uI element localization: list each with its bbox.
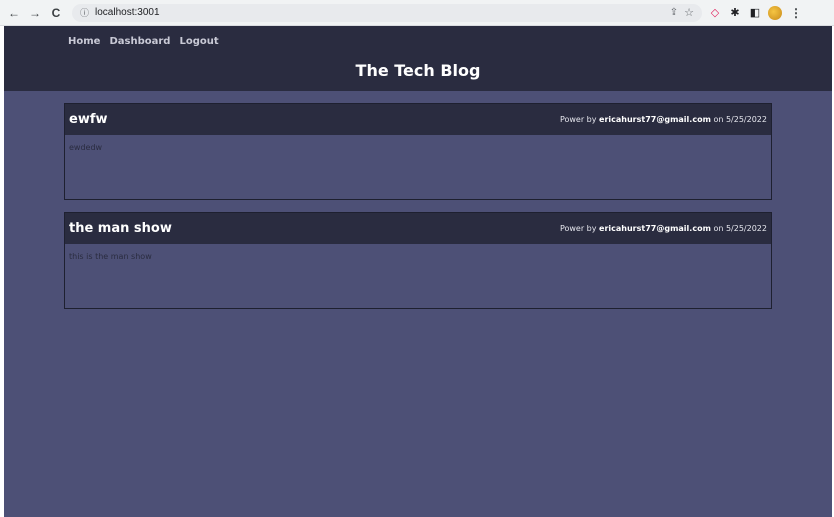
address-bar[interactable]: ⓘ localhost:3001 ⇪ ☆ (72, 3, 702, 22)
nav-dashboard-link[interactable]: Dashboard (109, 36, 170, 47)
post-header: the man show Power by ericahurst77@gmail… (65, 213, 771, 244)
post-meta: Power by ericahurst77@gmail.com on 5/25/… (560, 224, 767, 233)
post-meta: Power by ericahurst77@gmail.com on 5/25/… (560, 115, 767, 124)
post-header: ewfw Power by ericahurst77@gmail.com on … (65, 104, 771, 135)
back-arrow-icon[interactable]: ← (6, 5, 22, 21)
post-meta-prefix: Power by (559, 115, 600, 124)
post-author: ericahurst77@gmail.com (599, 224, 711, 233)
post-title[interactable]: ewfw (69, 112, 108, 127)
post-meta-mid: on (710, 115, 726, 124)
post-date: 5/25/2022 (725, 115, 767, 124)
browser-toolbar: ← → C ⓘ localhost:3001 ⇪ ☆ ◇ ✱ ◧ ⋮ (0, 0, 834, 26)
post-meta-prefix: Power by (559, 224, 600, 233)
extension-icon[interactable]: ◇ (708, 6, 722, 20)
page-body: Home Dashboard Logout The Tech Blog ewfw… (4, 26, 832, 517)
post-body: ewdedw (65, 135, 771, 199)
site-title: The Tech Blog (355, 61, 481, 80)
browser-menu-icon[interactable]: ⋮ (790, 6, 802, 20)
forward-arrow-icon[interactable]: → (27, 5, 43, 21)
info-icon[interactable]: ⓘ (80, 6, 89, 19)
site-nav: Home Dashboard Logout (68, 36, 219, 47)
profile-avatar[interactable] (768, 5, 782, 20)
bookmark-star-icon[interactable]: ☆ (684, 6, 694, 19)
post-date: 5/25/2022 (725, 224, 767, 233)
post-title[interactable]: the man show (69, 221, 172, 236)
nav-home-link[interactable]: Home (68, 36, 100, 47)
post-meta-mid: on (710, 224, 726, 233)
post-author: ericahurst77@gmail.com (599, 115, 711, 124)
post-body: this is the man show (65, 244, 771, 308)
post-card[interactable]: ewfw Power by ericahurst77@gmail.com on … (64, 103, 772, 200)
reload-icon[interactable]: C (48, 5, 64, 21)
nav-logout-link[interactable]: Logout (179, 36, 218, 47)
side-panel-icon[interactable]: ◧ (748, 6, 762, 20)
site-header: Home Dashboard Logout The Tech Blog (4, 26, 832, 91)
share-icon[interactable]: ⇪ (670, 7, 678, 18)
post-card[interactable]: the man show Power by ericahurst77@gmail… (64, 212, 772, 309)
puzzle-extensions-icon[interactable]: ✱ (728, 6, 742, 20)
url-text[interactable]: localhost:3001 (95, 7, 160, 18)
